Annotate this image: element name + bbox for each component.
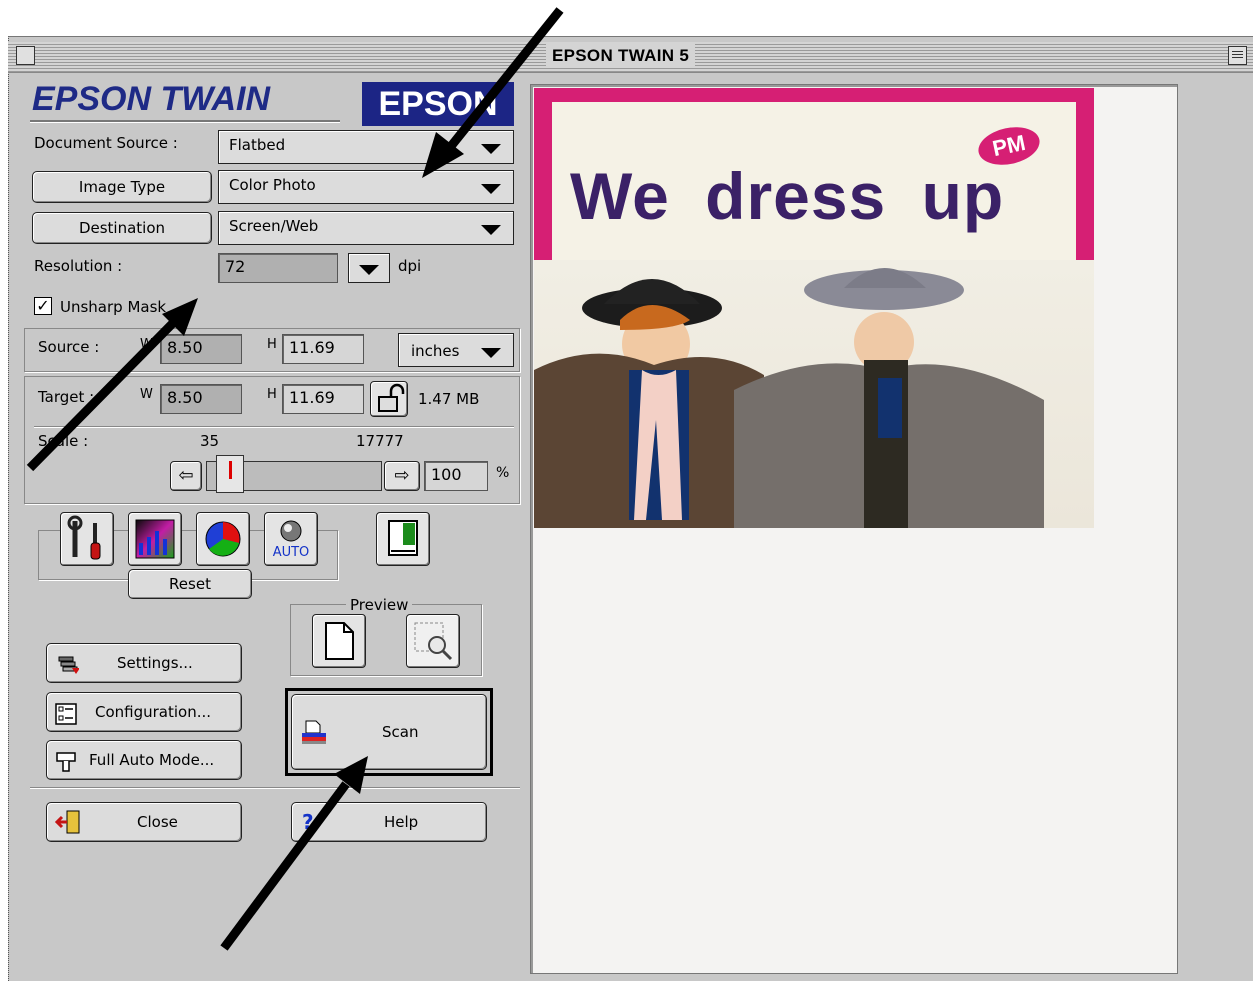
annotation-arrow-left (26, 318, 178, 472)
annotation-arrow-top (444, 7, 564, 153)
annotation-arrows (26, 7, 564, 951)
annotation-arrow-bottom (220, 781, 350, 951)
